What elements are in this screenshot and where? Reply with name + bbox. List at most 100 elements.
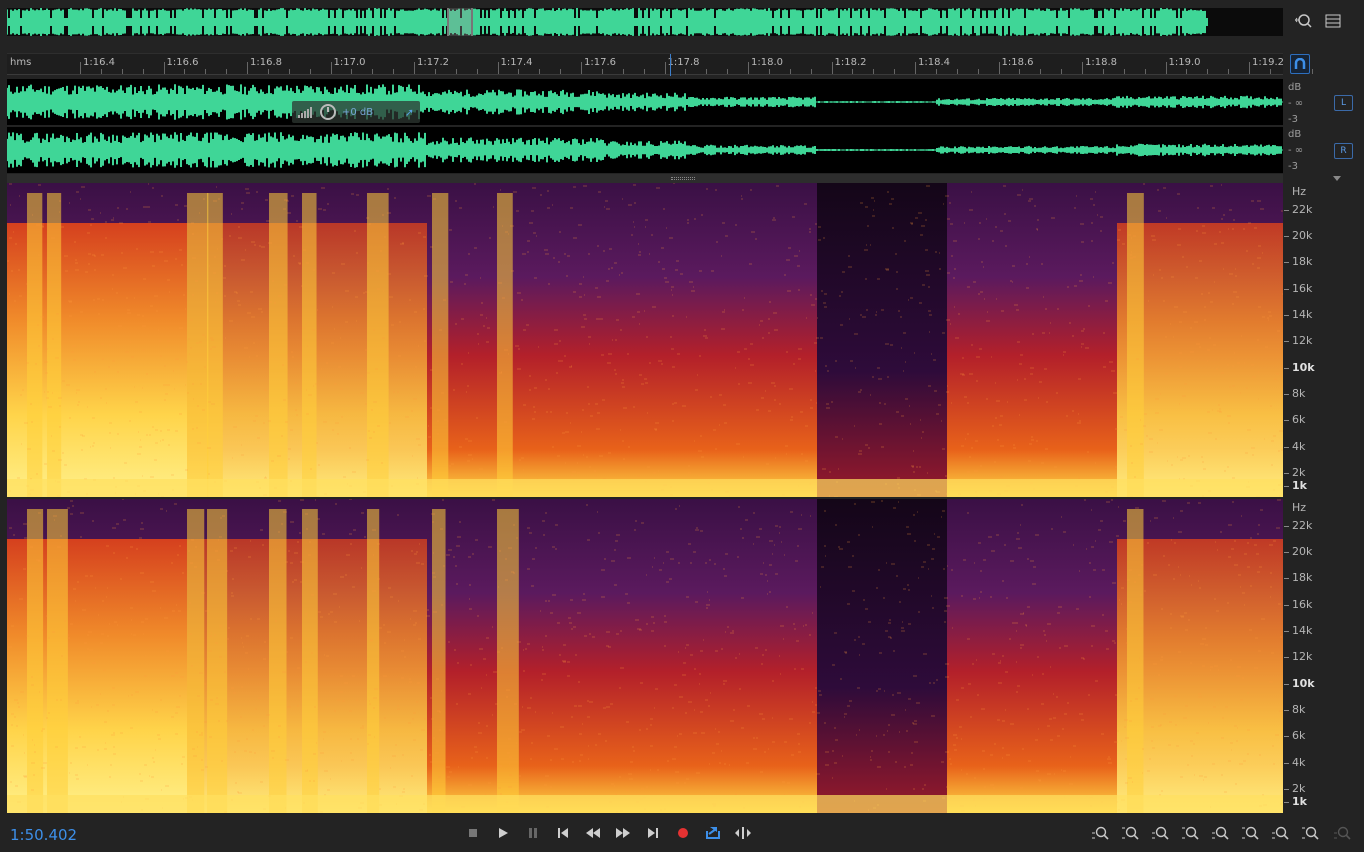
frequency-tick <box>1284 710 1289 711</box>
frequency-scale-right: Hz 22k 20k 18k 16k 14k 12k 10k 8k 6k 4k 2k 1k <box>1284 499 1364 813</box>
frequency-tick <box>1284 473 1289 474</box>
ruler-minor-tick <box>601 69 603 74</box>
ruler-minor-tick <box>894 69 896 74</box>
ruler-minor-tick <box>1102 69 1104 74</box>
current-time-display[interactable]: 1:50.402 <box>10 826 77 844</box>
spectral-transient <box>47 509 68 813</box>
pin-icon[interactable]: ➚ <box>405 106 414 119</box>
ruler-tick <box>163 62 165 74</box>
spectral-transient <box>269 193 288 497</box>
collapse-arrow-icon[interactable] <box>1331 174 1343 183</box>
ruler-minor-tick <box>372 69 374 74</box>
ruler-minor-tick <box>476 69 478 74</box>
frequency-tick <box>1284 631 1289 632</box>
zoom-out-amplitude-icon[interactable] <box>1118 822 1142 844</box>
zoom-in-time-icon[interactable] <box>1148 822 1172 844</box>
spectral-transient <box>497 509 519 813</box>
gain-knob[interactable] <box>320 104 336 120</box>
db-scale-right: dB - ∞ -3 <box>1288 127 1318 175</box>
ruler-minor-tick <box>810 69 812 74</box>
frequency-unit-label: Hz <box>1292 501 1307 514</box>
frequency-label: 4k <box>1292 440 1306 453</box>
splitter-grip[interactable] <box>671 177 695 180</box>
spectral-display-left[interactable] <box>7 183 1283 497</box>
ruler-tick <box>247 62 248 74</box>
zoom-full-icon[interactable] <box>1208 822 1232 844</box>
overview-waveform[interactable] <box>7 8 1283 36</box>
spectral-transient <box>367 193 389 497</box>
spectral-transient <box>432 509 446 813</box>
zoom-out-full-icon[interactable] <box>1298 822 1322 844</box>
frequency-label: 20k <box>1292 229 1313 242</box>
db-label: - ∞ <box>1288 98 1304 109</box>
overview-waveform-path <box>7 8 1208 36</box>
timeline-ruler[interactable]: hms 1:16.4 1:16.6 1:16.8 1:17.0 1:17.2 1:17.4… <box>7 53 1313 76</box>
frequency-label: 14k <box>1292 624 1313 637</box>
frequency-label: 22k <box>1292 203 1313 216</box>
loop-icon[interactable] <box>701 822 725 844</box>
gain-hud[interactable]: +0 dB ➚ <box>292 101 420 123</box>
overview-waveform-graphic <box>7 8 1208 36</box>
stop-icon[interactable] <box>461 822 485 844</box>
channel-left-toggle[interactable]: L <box>1334 95 1353 111</box>
db-label: -3 <box>1288 114 1298 125</box>
spectral-transient <box>1127 509 1144 813</box>
pause-icon[interactable] <box>521 822 545 844</box>
ruler-minor-tick <box>142 69 144 74</box>
zoom-out-time-icon[interactable] <box>1178 822 1202 844</box>
ruler-minor-tick <box>1228 69 1230 74</box>
panel-menu-icon[interactable] <box>1322 10 1344 32</box>
ruler-minor-tick <box>121 69 123 74</box>
channel-right-toggle[interactable]: R <box>1334 143 1353 159</box>
low-frequency-band <box>7 479 1283 497</box>
ruler-tick <box>497 62 499 74</box>
waveform-channel-right[interactable] <box>7 127 1283 173</box>
skip-selection-icon[interactable] <box>731 822 755 844</box>
record-icon[interactable] <box>671 822 695 844</box>
ruler-minor-tick <box>1311 69 1313 74</box>
ruler-tick <box>414 62 415 74</box>
ruler-unit-label: hms <box>10 57 32 68</box>
ruler-tick-label: 1:18.4 <box>918 57 950 68</box>
spectral-transient <box>302 193 317 497</box>
zoom-in-amplitude-icon[interactable] <box>1088 822 1112 844</box>
ruler-tick <box>330 62 332 74</box>
snap-magnet-icon[interactable] <box>1290 54 1310 74</box>
ruler-minor-tick <box>768 69 770 74</box>
zoom-to-selection-icon[interactable] <box>1330 822 1354 844</box>
ruler-tick-label: 1:18.2 <box>834 57 867 68</box>
frequency-label: 8k <box>1292 703 1306 716</box>
frequency-tick <box>1284 447 1289 448</box>
ruler-minor-tick <box>309 69 311 74</box>
ruler-minor-tick <box>977 69 979 74</box>
ruler-tick <box>1165 62 1167 74</box>
zoom-in-right-icon[interactable] <box>1268 822 1292 844</box>
skip-to-end-icon[interactable] <box>641 822 665 844</box>
gain-value[interactable]: +0 dB <box>342 107 373 118</box>
zoom-in-left-icon[interactable] <box>1238 822 1262 844</box>
frequency-label: 12k <box>1292 334 1313 347</box>
ruler-tick-label: 1:18.0 <box>751 57 783 68</box>
frequency-label: 18k <box>1292 255 1313 268</box>
frequency-tick <box>1284 341 1289 342</box>
spectral-segment <box>947 499 1117 813</box>
ruler-tick <box>664 62 666 74</box>
play-icon[interactable] <box>491 822 515 844</box>
frequency-label: 2k <box>1292 466 1306 479</box>
zoom-navigator-icon[interactable] <box>1293 10 1315 32</box>
ruler-tick-label: 1:16.8 <box>250 57 282 68</box>
fast-forward-icon[interactable] <box>611 822 635 844</box>
view-splitter[interactable] <box>7 174 1283 183</box>
overview-view-range[interactable] <box>447 8 473 36</box>
spectral-display-right[interactable] <box>7 499 1283 813</box>
ruler-minor-tick <box>1144 69 1146 74</box>
skip-to-start-icon[interactable] <box>551 822 575 844</box>
frequency-tick <box>1284 368 1289 369</box>
frequency-tick <box>1284 763 1289 764</box>
rewind-icon[interactable] <box>581 822 605 844</box>
frequency-tick <box>1284 420 1289 421</box>
ruler-tick <box>1249 62 1250 74</box>
waveform-channel-left[interactable] <box>7 79 1283 125</box>
ruler-minor-tick <box>622 69 624 74</box>
playhead-marker[interactable] <box>670 54 671 76</box>
